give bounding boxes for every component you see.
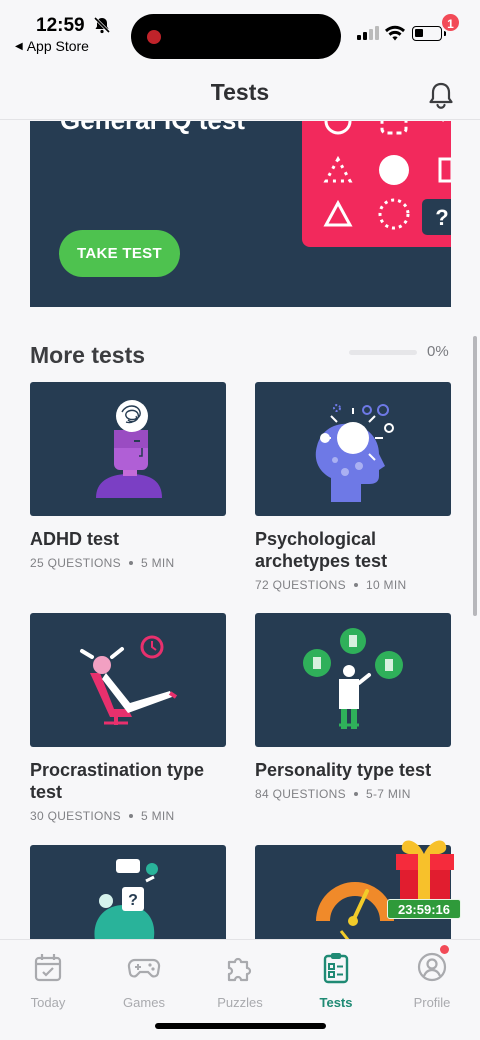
app-header: Tests	[0, 62, 480, 120]
svg-text:?: ?	[128, 892, 138, 909]
tab-profile[interactable]: Profile	[392, 950, 472, 1010]
test-card-title: Personality type test	[255, 760, 432, 780]
back-triangle-icon: ◀	[15, 40, 23, 52]
procrastination-illustration	[30, 613, 226, 747]
test-card-title: Psychological archetypes test	[255, 529, 388, 571]
test-card-partial-left[interactable]: ?	[30, 845, 226, 939]
iq-shapes-illustration: ?	[302, 121, 451, 247]
test-card-procrastination[interactable]: Procrastination type test 30 QUESTIONS 5 …	[30, 613, 226, 823]
featured-test-title: General IQ test	[60, 121, 245, 136]
user-icon	[417, 952, 447, 982]
test-card-meta: 30 QUESTIONS 5 MIN	[30, 809, 175, 823]
more-tests-progress-bar	[349, 350, 417, 355]
battery-icon	[412, 26, 446, 41]
cellular-signal-icon	[357, 26, 379, 40]
status-time: 12:59	[36, 15, 85, 36]
test-card-personality[interactable]: Personality type test 84 QUESTIONS 5-7 MI…	[255, 613, 451, 801]
notification-badge: 1	[440, 12, 461, 33]
test-card-adhd[interactable]: ADHD test 25 QUESTIONS 5 MIN	[30, 382, 226, 570]
archetypes-illustration	[255, 382, 451, 516]
gift-countdown-timer: 23:59:16	[387, 899, 461, 919]
page-title: Tests	[210, 79, 270, 105]
back-app-label: App Store	[26, 38, 89, 54]
more-tests-title: More tests	[30, 342, 146, 368]
gamepad-icon	[127, 958, 161, 978]
tab-games[interactable]: Games	[104, 950, 184, 1010]
scroll-indicator[interactable]	[473, 336, 477, 616]
adhd-illustration	[30, 382, 226, 516]
notification-bell-icon[interactable]	[424, 78, 458, 112]
puzzle-icon	[227, 957, 252, 982]
anxiety-illustration: ?	[30, 845, 226, 939]
test-card-archetypes[interactable]: Psychological archetypes test 72 QUESTIO…	[255, 382, 451, 592]
wifi-icon	[385, 25, 405, 41]
test-card-title: Procrastination type test	[30, 760, 205, 802]
more-tests-progress-text: 0%	[427, 343, 449, 360]
test-card-meta: 25 QUESTIONS 5 MIN	[30, 556, 175, 570]
tab-today[interactable]: Today	[8, 950, 88, 1010]
back-to-app-store[interactable]: ◀ App Store	[15, 38, 89, 54]
bell-mute-icon	[93, 16, 111, 34]
take-test-button[interactable]: TAKE TEST	[59, 230, 180, 277]
featured-test-card[interactable]: General IQ test ? TAKE TEST	[30, 121, 451, 307]
status-bar: 12:59 ◀ App Store	[0, 0, 480, 62]
profile-notification-dot	[440, 945, 449, 954]
tab-tests[interactable]: Tests	[296, 950, 376, 1010]
personality-illustration	[255, 613, 451, 747]
clipboard-icon	[323, 953, 349, 984]
svg-text:?: ?	[435, 205, 448, 230]
tab-puzzles[interactable]: Puzzles	[200, 950, 280, 1010]
test-card-meta: 72 QUESTIONS 10 MIN	[255, 578, 407, 592]
dynamic-island	[131, 14, 341, 59]
calendar-icon	[34, 954, 62, 982]
test-card-meta: 84 QUESTIONS 5-7 MIN	[255, 787, 411, 801]
home-indicator[interactable]	[155, 1023, 326, 1029]
tests-content[interactable]: General IQ test ? TAKE TEST More tests 0…	[0, 121, 480, 939]
recording-indicator-icon	[147, 30, 161, 44]
test-card-title: ADHD test	[30, 529, 120, 549]
